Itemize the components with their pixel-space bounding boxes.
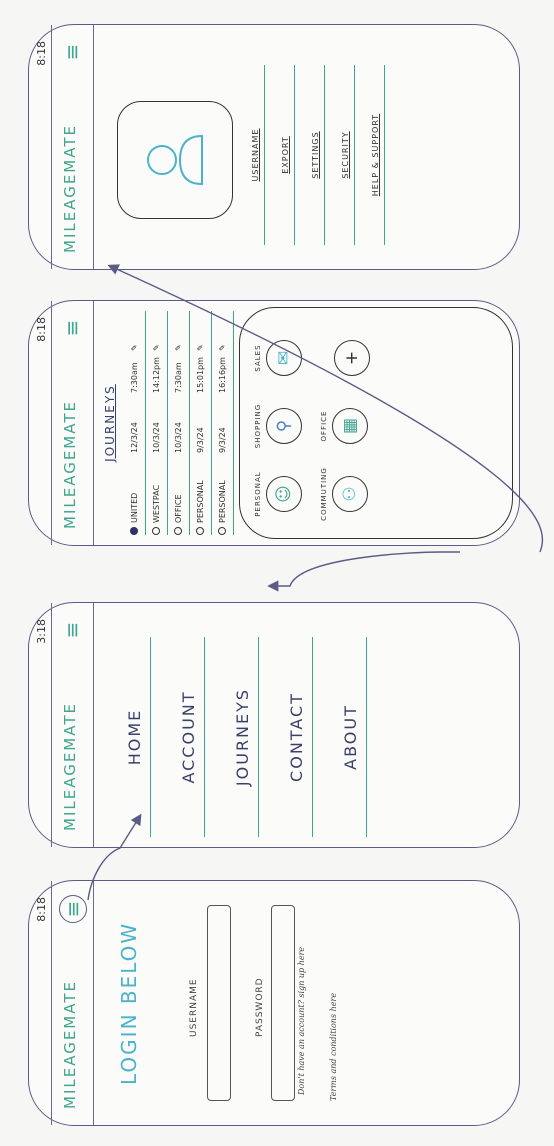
wireframe-stage: 8:18 MILEAGEMATE ≡ LOGIN BELOW USERNAME …	[0, 0, 554, 1146]
arrow-account-to-profile	[107, 264, 544, 553]
arrow-journeys-to-list	[267, 551, 460, 592]
arrow-menu-to-nav	[87, 813, 142, 901]
flow-arrows	[87, 264, 544, 901]
